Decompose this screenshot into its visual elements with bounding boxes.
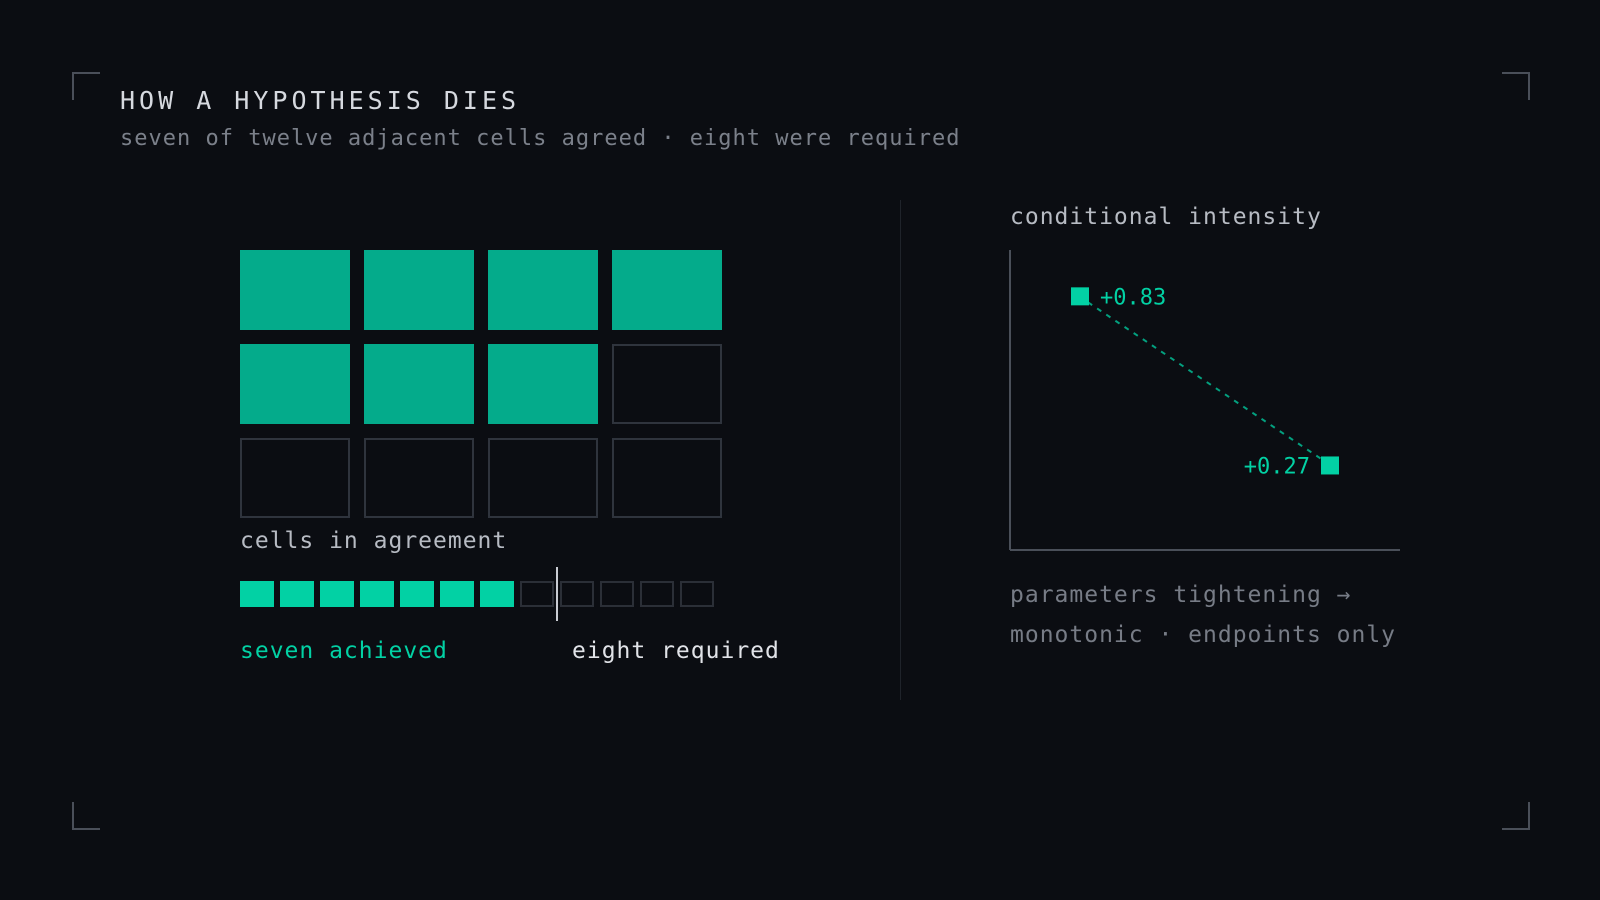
grid-cell-agreeing xyxy=(364,344,474,424)
required-threshold-marker xyxy=(556,567,558,621)
grid-cell-agreeing xyxy=(612,250,722,330)
corner-bracket-bottom-right xyxy=(1502,802,1530,830)
bar-segment-empty xyxy=(520,581,554,607)
bar-segment-achieved xyxy=(360,581,394,607)
page-title: HOW A HYPOTHESIS DIES xyxy=(120,86,521,115)
agreement-bar xyxy=(240,581,714,607)
grid-cell-agreeing xyxy=(488,250,598,330)
grid-cell-agreeing xyxy=(488,344,598,424)
bar-segment-achieved xyxy=(320,581,354,607)
chart-title: conditional intensity xyxy=(1010,204,1322,230)
grid-cell-agreeing xyxy=(240,250,350,330)
data-point-1 xyxy=(1071,287,1089,306)
page-subtitle: seven of twelve adjacent cells agreed · … xyxy=(120,126,961,151)
grid-cell-empty xyxy=(240,438,350,518)
x-axis-caption: parameters tightening → xyxy=(1010,582,1352,608)
grid-cell-agreeing xyxy=(364,250,474,330)
bar-segment-achieved xyxy=(280,581,314,607)
grid-cell-empty xyxy=(612,344,722,424)
agreement-cell-grid xyxy=(240,250,724,518)
corner-bracket-top-right xyxy=(1502,72,1530,100)
bar-segment-achieved xyxy=(440,581,474,607)
data-label-2: +0.27 xyxy=(1244,454,1310,479)
required-label: eight required xyxy=(572,638,780,664)
connector-line xyxy=(1087,301,1323,461)
bar-segment-empty xyxy=(600,581,634,607)
grid-cell-agreeing xyxy=(240,344,350,424)
bar-segment-achieved xyxy=(400,581,434,607)
bar-segment-achieved xyxy=(240,581,274,607)
grid-cell-empty xyxy=(488,438,598,518)
achieved-label: seven achieved xyxy=(240,638,448,664)
bar-segment-empty xyxy=(560,581,594,607)
agreement-bar-label: cells in agreement xyxy=(240,528,508,554)
corner-bracket-top-left xyxy=(72,72,100,100)
data-label-1: +0.83 xyxy=(1100,285,1166,310)
section-divider xyxy=(900,200,901,700)
bar-segment-empty xyxy=(640,581,674,607)
grid-cell-empty xyxy=(612,438,722,518)
corner-bracket-bottom-left xyxy=(72,802,100,830)
intensity-chart: +0.83 +0.27 xyxy=(1009,250,1400,551)
chart-note: monotonic · endpoints only xyxy=(1010,622,1397,648)
grid-cell-empty xyxy=(364,438,474,518)
data-point-2 xyxy=(1321,456,1339,475)
bar-segment-achieved xyxy=(480,581,514,607)
bar-segment-empty xyxy=(680,581,714,607)
